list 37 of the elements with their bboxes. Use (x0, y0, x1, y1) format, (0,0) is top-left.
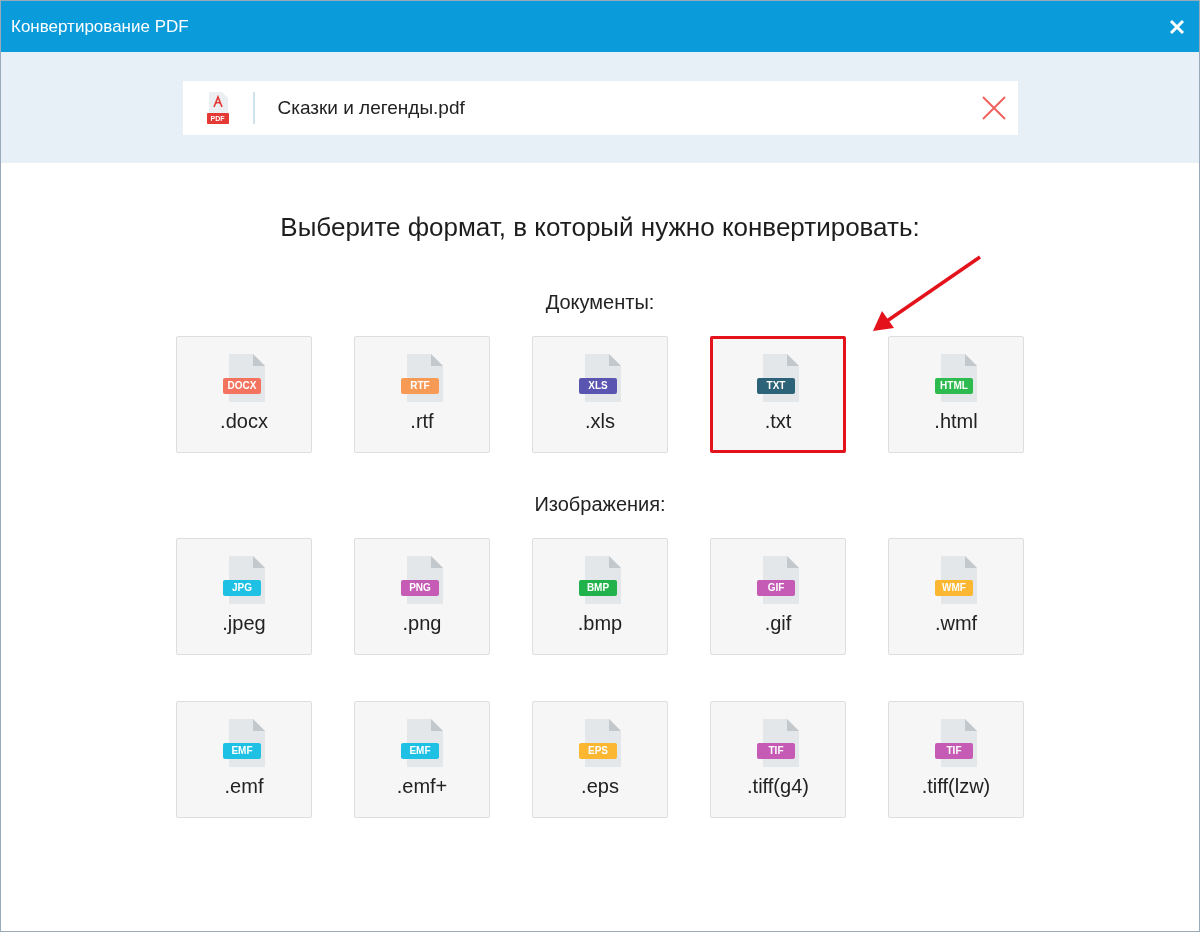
format-badge: HTML (935, 378, 973, 394)
format-badge: TIF (935, 743, 973, 759)
format-tile[interactable]: EMF .emf (176, 701, 312, 818)
format-badge: TXT (757, 378, 795, 394)
format-badge: PNG (401, 580, 439, 596)
format-tile[interactable]: TXT .txt (710, 336, 846, 453)
format-tile[interactable]: PNG .png (354, 538, 490, 655)
format-tile[interactable]: HTML .html (888, 336, 1024, 453)
format-tile[interactable]: TIF .tiff(lzw) (888, 701, 1024, 818)
format-badge: TIF (757, 743, 795, 759)
section-title: Документы: (545, 291, 655, 314)
format-tile[interactable]: EMF .emf+ (354, 701, 490, 818)
format-badge: RTF (401, 378, 439, 394)
format-badge: EMF (223, 743, 261, 759)
file-name: Сказки и легенды.pdf (277, 96, 466, 119)
heading: Выберите формат, в который нужно конвертировать: (280, 212, 920, 243)
format-tile[interactable]: TIF .tiff(g4) (710, 701, 846, 818)
format-tile[interactable]: WMF .wmf (888, 538, 1024, 655)
format-badge: EMF (401, 743, 439, 759)
window-title: Конвертирование PDF (11, 16, 189, 37)
format-badge: WMF (935, 580, 973, 596)
format-badge: DOCX (223, 378, 261, 394)
format-tile[interactable]: GIF .gif (710, 538, 846, 655)
format-tile[interactable]: XLS .xls (532, 336, 668, 453)
section-title: Изображения: (534, 493, 666, 516)
format-badge: BMP (579, 580, 617, 596)
remove-icon[interactable] (981, 95, 1006, 120)
close-icon[interactable] (1169, 18, 1185, 35)
format-tile[interactable]: JPG .jpeg (176, 538, 312, 655)
format-tile[interactable]: BMP .bmp (532, 538, 668, 655)
format-badge: JPG (223, 580, 261, 596)
format-tile[interactable]: DOCX .docx (176, 336, 312, 453)
format-badge: XLS (579, 378, 617, 394)
format-badge: GIF (757, 580, 795, 596)
format-tile[interactable]: RTF .rtf (354, 336, 490, 453)
format-tile[interactable]: EPS .eps (532, 701, 668, 818)
format-badge: EPS (579, 743, 617, 759)
